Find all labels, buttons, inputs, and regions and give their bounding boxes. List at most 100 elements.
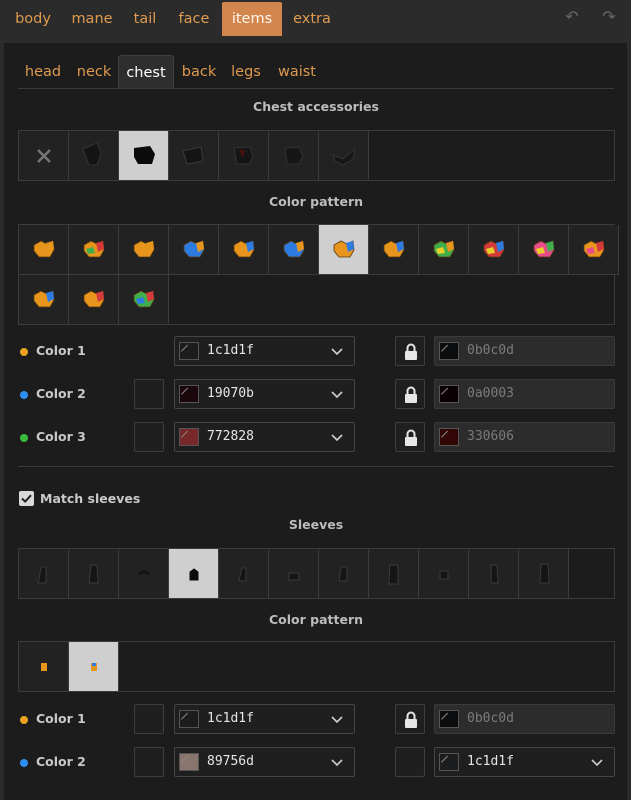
chest-pattern-13[interactable] [19,275,69,325]
chevron-down-icon [331,348,343,356]
chest-pattern-icon [133,240,155,258]
chest-item-5[interactable] [269,131,319,181]
chest-pattern-icon [83,290,105,308]
color-hex-value: 330606 [467,429,514,444]
chest-color-3-pattern-toggle[interactable] [134,422,164,452]
chest-pattern-icon [283,240,305,258]
chest-color-2-select[interactable]: 19070b [174,379,355,409]
tab-chest[interactable]: chest [118,55,174,89]
chest-pattern-6[interactable] [269,225,319,275]
sleeve-item-6[interactable] [269,549,319,599]
section-divider [18,466,614,467]
tab-back[interactable]: back [178,55,220,89]
sleeve-item-8[interactable] [369,549,419,599]
chest-pattern-8[interactable] [369,225,419,275]
undo-icon[interactable]: ↶ [563,8,581,26]
chest-pattern-icon [433,240,455,258]
chest-item-3[interactable] [169,131,219,181]
sleeves-color-1-pattern-toggle[interactable] [134,704,164,734]
tab-head[interactable]: head [20,55,66,89]
chest-pattern-icon [383,240,405,258]
color-hex-value: 772828 [207,429,254,444]
sleeve-item-5[interactable] [219,549,269,599]
chevron-down-icon [331,434,343,442]
chest-color-1-lock-button[interactable] [395,336,425,366]
color-swatch [439,428,459,446]
chest-pattern-11[interactable] [519,225,569,275]
chest-color-2-pattern-toggle[interactable] [134,379,164,409]
sleeve-item-icon [539,563,550,584]
tab-body[interactable]: body [7,2,59,36]
color-hex-value: 1c1d1f [207,711,254,726]
color-hex-value: 19070b [207,386,254,401]
redo-icon[interactable]: ↷ [600,8,618,26]
sleeves-color-2-secondary-select[interactable]: 1c1d1f [434,747,615,777]
chest-item-icon [182,146,204,165]
chest-item-2[interactable] [119,131,169,181]
sleeve-item-7[interactable] [319,549,369,599]
sleeve-pattern-2[interactable] [69,642,119,692]
sleeve-item-3[interactable] [119,549,169,599]
chest-color-3-select[interactable]: 772828 [174,422,355,452]
sleeve-item-2[interactable] [69,549,119,599]
chest-color-1-select[interactable]: 1c1d1f [174,336,355,366]
chest-pattern-12[interactable] [569,225,619,275]
sleeve-item-11[interactable] [519,549,569,599]
chest-pattern-icon [133,290,155,308]
chest-pattern-2[interactable] [69,225,119,275]
none-option[interactable] [19,131,69,181]
chest-color-1-locked-field: 0b0c0d [434,336,615,366]
chest-item-icon [233,146,254,165]
chest-pattern-icon [583,240,605,258]
sleeve-item-9[interactable] [419,549,469,599]
sleeves-color-2-lock-button[interactable] [395,747,425,777]
sleeves-color-2-pattern-toggle[interactable] [134,747,164,777]
match-sleeves-checkbox[interactable] [19,491,34,506]
sleeve-item-10[interactable] [469,549,519,599]
chest-item-6[interactable] [319,131,369,181]
sleeve-pattern-1[interactable] [19,642,69,692]
sleeves-color-2-select[interactable]: 89756d [174,747,355,777]
sleeve-item-icon [138,569,150,575]
chest-color-2-locked-field: 0a0003 [434,379,615,409]
chest-color-2-lock-button[interactable] [395,379,425,409]
sleeves-color-1-lock-button[interactable] [395,704,425,734]
color-swatch [179,428,199,446]
chest-pattern-3[interactable] [119,225,169,275]
chest-pattern-1[interactable] [19,225,69,275]
chest-pattern-grid [18,224,619,325]
sleeves-color-1-select[interactable]: 1c1d1f [174,704,355,734]
sleeves-grid [18,548,615,599]
sleeve-item-1[interactable] [19,549,69,599]
chest-pattern-icon [33,240,55,258]
sleeve-item-4[interactable] [169,549,219,599]
tab-mane[interactable]: mane [65,2,119,36]
chest-pattern-4[interactable] [169,225,219,275]
color-hex-value: 1c1d1f [207,343,254,358]
top-tab-bar: body mane tail face items extra ↶ ↷ [0,0,631,40]
sleeves-color-2-label: Color 2 [36,754,86,769]
chest-pattern-15[interactable] [119,275,169,325]
color-swatch [439,710,459,728]
items-panel: head neck chest back legs waist Chest ac… [4,43,627,800]
tab-neck[interactable]: neck [71,55,117,89]
tab-legs[interactable]: legs [226,55,266,89]
tab-face[interactable]: face [171,2,217,36]
sleeves-title: Sleeves [288,517,344,532]
tab-waist[interactable]: waist [274,55,320,89]
pony-editor: body mane tail face items extra ↶ ↷ head… [0,0,631,800]
chest-pattern-9[interactable] [419,225,469,275]
chest-pattern-7[interactable] [319,225,369,275]
chest-pattern-14[interactable] [69,275,119,325]
tab-extra[interactable]: extra [287,2,337,36]
tab-tail[interactable]: tail [126,2,164,36]
chest-pattern-5[interactable] [219,225,269,275]
chest-color-3-lock-button[interactable] [395,422,425,452]
chest-item-1[interactable] [69,131,119,181]
lock-icon [405,386,417,403]
color-swatch [179,710,199,728]
tab-items[interactable]: items [222,2,282,36]
sleeve-pattern-icon [41,663,47,671]
chest-pattern-10[interactable] [469,225,519,275]
chest-item-4[interactable] [219,131,269,181]
